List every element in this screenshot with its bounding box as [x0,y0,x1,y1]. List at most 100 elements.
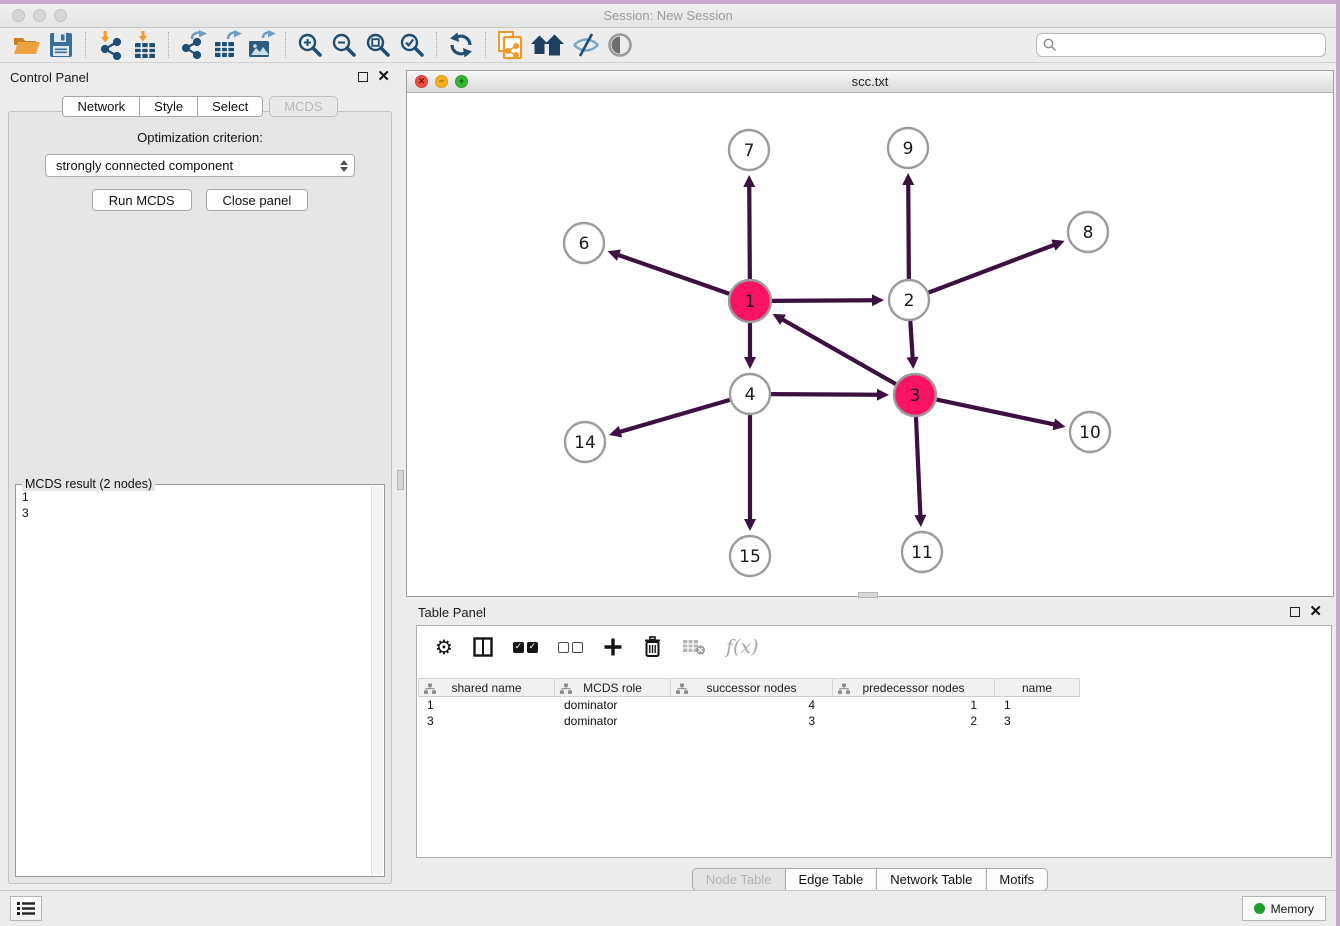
apply-layout-button[interactable] [444,30,478,60]
tab-network-table[interactable]: Network Table [876,868,986,891]
edge-1-7[interactable] [749,186,750,279]
search-input[interactable] [1057,38,1319,52]
node-1[interactable]: 1 [729,280,771,322]
export-network-button[interactable] [176,30,210,60]
export-image-button[interactable] [244,30,278,60]
arrowhead-icon [877,389,889,401]
cell-mcds-role: dominator [555,697,671,713]
edge-3-11[interactable] [916,417,920,516]
arrowhead-icon [744,519,756,531]
import-table-button[interactable] [127,30,161,60]
edge-4-3[interactable] [771,394,878,395]
edge-2-9[interactable] [908,184,909,279]
zoom-selected-button[interactable] [395,30,429,60]
float-panel-icon[interactable] [358,72,368,82]
svg-text:9: 9 [903,139,914,159]
new-network-from-selection-button[interactable] [493,30,527,60]
mcds-result-text: 1 3 [18,489,370,874]
zoom-out-button[interactable] [327,30,361,60]
close-panel-icon[interactable]: ✕ [377,72,390,82]
network-canvas[interactable]: 7 9 6 8 1 2 4 3 14 10 15 11 [407,93,1333,596]
column-header-mcds-role[interactable]: MCDS role [555,678,671,697]
split-divider-handle-horizontal[interactable] [858,592,878,598]
tab-select[interactable]: Select [197,96,263,117]
delete-column-icon[interactable] [643,636,662,658]
tab-mcds[interactable]: MCDS [269,96,337,117]
network-close-icon[interactable]: ✕ [415,75,428,88]
eye-button[interactable] [603,30,637,60]
tab-network[interactable]: Network [62,96,140,117]
deselect-all-icon[interactable] [558,642,583,653]
add-column-icon[interactable] [603,637,623,657]
arrowhead-icon [1053,418,1066,430]
show-columns-icon[interactable] [473,637,493,657]
cell-mcds-role: dominator [555,713,671,729]
split-divider-handle-vertical[interactable] [397,470,404,490]
edge-1-6[interactable] [618,255,729,294]
control-panel-header: Control Panel ✕ [0,64,400,90]
window-titlebar: Session: New Session [0,4,1336,28]
dropdown-stepper-icon [340,160,348,172]
close-panel-button[interactable]: Close panel [206,189,309,211]
zoom-in-button[interactable] [293,30,327,60]
import-network-button[interactable] [93,30,127,60]
table-row[interactable]: 1 dominator 4 1 1 [418,697,1330,713]
edge-2-3[interactable] [910,321,912,358]
node-8[interactable]: 8 [1068,212,1108,252]
tab-motifs[interactable]: Motifs [985,868,1048,891]
edge-3-1[interactable] [782,319,896,384]
cell-predecessor-nodes: 2 [833,713,995,729]
task-history-button[interactable] [10,896,42,921]
node-9[interactable]: 9 [888,128,928,168]
table-header-row: shared name MCDS role [418,678,1330,697]
svg-text:1: 1 [745,292,756,312]
network-minimize-icon[interactable]: − [435,75,448,88]
cell-name: 1 [995,697,1080,713]
search-field[interactable] [1036,33,1326,57]
node-15[interactable]: 15 [730,536,770,576]
node-3[interactable]: 3 [894,374,936,416]
table-settings-icon[interactable]: ⚙ [435,637,453,657]
column-header-name[interactable]: name [995,678,1080,697]
eye-slash-icon [571,32,601,58]
network-graph[interactable]: 7 9 6 8 1 2 4 3 14 10 15 11 [407,93,1333,596]
network-window-titlebar: ✕ − + scc.txt [407,71,1333,93]
node-7[interactable]: 7 [729,130,769,170]
column-header-shared-name[interactable]: shared name [418,678,555,697]
search-icon [1043,38,1057,52]
edge-4-14[interactable] [620,400,730,432]
edge-2-8[interactable] [929,245,1055,293]
node-4[interactable]: 4 [730,374,770,414]
column-header-predecessor-nodes[interactable]: predecessor nodes [833,678,995,697]
criterion-dropdown[interactable]: strongly connected component [45,154,355,177]
node-14[interactable]: 14 [565,422,605,462]
toggle-visibility-button[interactable] [569,30,603,60]
open-session-button[interactable] [10,30,44,60]
cell-successor-nodes: 3 [671,713,833,729]
svg-text:2: 2 [904,291,915,311]
export-table-button[interactable] [210,30,244,60]
node-11[interactable]: 11 [902,532,942,572]
node-2[interactable]: 2 [889,280,929,320]
tab-node-table[interactable]: Node Table [692,868,786,891]
network-maximize-icon[interactable]: + [455,75,468,88]
zoom-fit-button[interactable] [361,30,395,60]
table-row[interactable]: 3 dominator 3 2 3 [418,713,1330,729]
edge-1-2[interactable] [772,300,873,301]
node-6[interactable]: 6 [564,223,604,263]
float-table-panel-icon[interactable] [1290,607,1300,617]
column-header-successor-nodes[interactable]: successor nodes [671,678,833,697]
save-session-button[interactable] [44,30,78,60]
home-button[interactable] [527,30,569,60]
memory-button[interactable]: Memory [1242,896,1326,921]
node-10[interactable]: 10 [1070,412,1110,452]
optimization-criterion-label: Optimization criterion: [9,130,391,145]
arrowhead-icon [743,175,755,187]
select-all-icon[interactable]: ✓✓ [513,642,538,653]
close-table-panel-icon[interactable]: ✕ [1309,607,1322,617]
edge-3-10[interactable] [937,400,1055,425]
tab-style[interactable]: Style [139,96,198,117]
run-mcds-button[interactable]: Run MCDS [92,189,192,211]
tab-edge-table[interactable]: Edge Table [784,868,877,891]
result-scrollbar[interactable] [371,486,383,875]
